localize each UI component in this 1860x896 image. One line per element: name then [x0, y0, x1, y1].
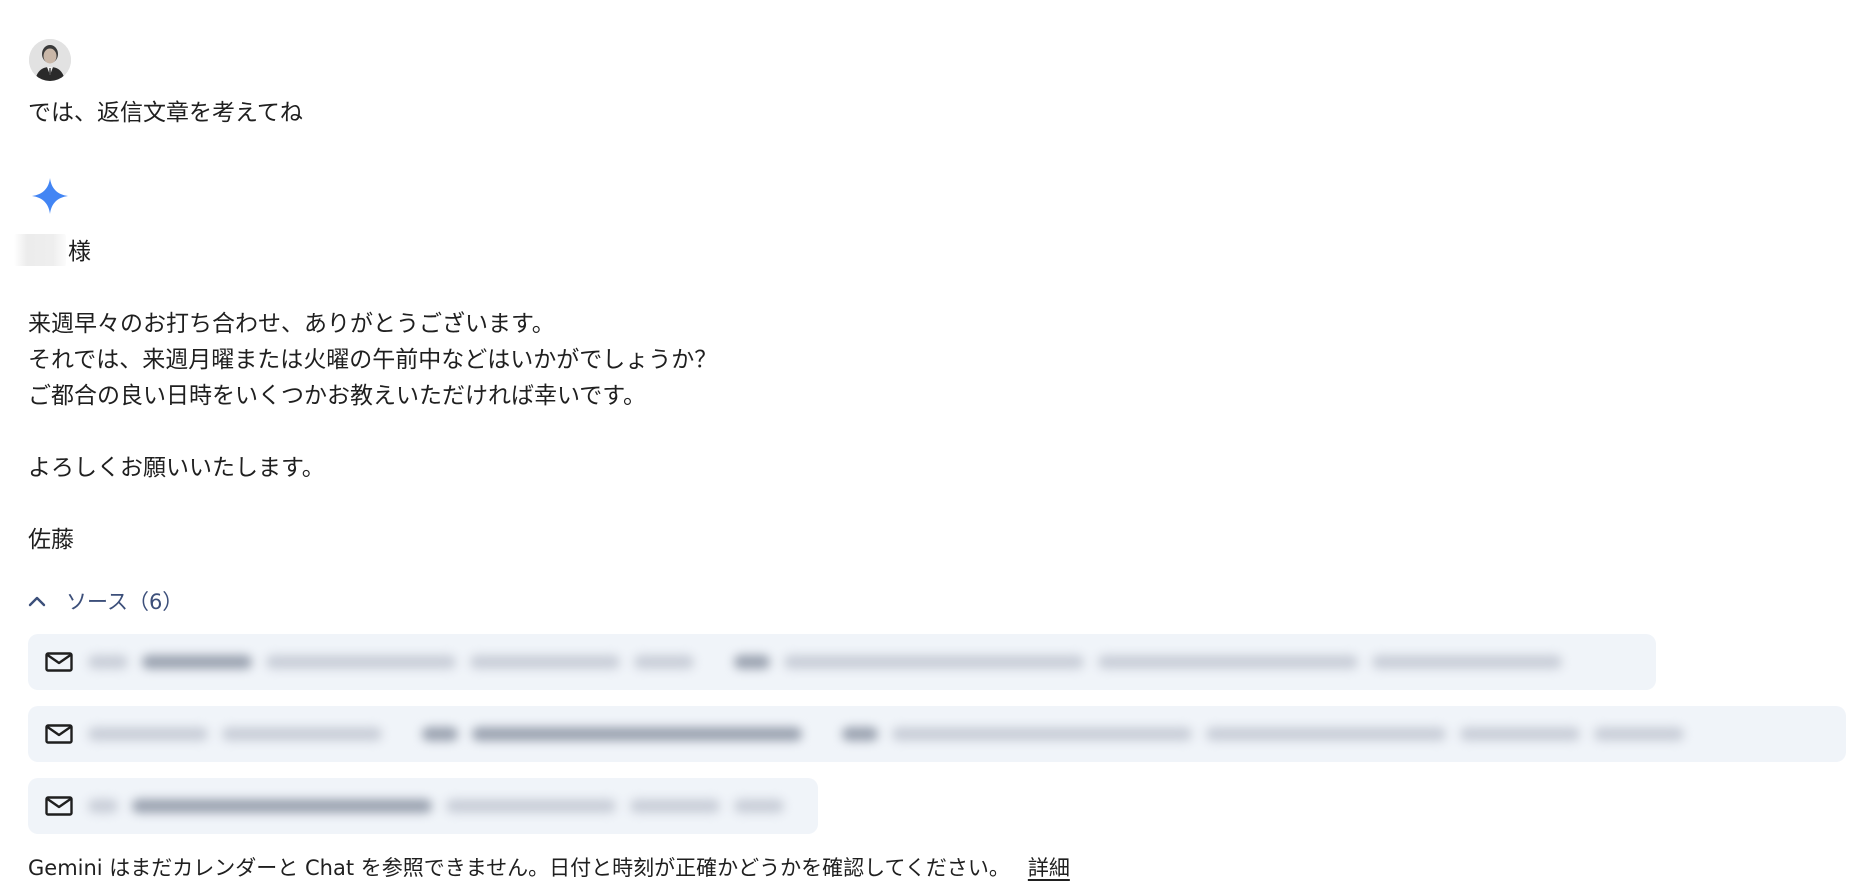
- source-chip[interactable]: [28, 778, 818, 834]
- source-chip[interactable]: [28, 634, 1656, 690]
- reply-line: 来週早々のお打ち合わせ、ありがとうございます。: [28, 311, 555, 337]
- reply-line: それでは、来週月曜または火曜の午前中などはいかがでしょうか？: [28, 347, 718, 373]
- reply-line: ご都合の良い日時をいくつかお教えいただければ幸いです。: [28, 383, 647, 409]
- reply-signature: 佐藤: [28, 527, 74, 553]
- reply-blank-line: [28, 270, 717, 306]
- chevron-up-icon: [28, 596, 46, 607]
- sources-toggle[interactable]: ソース（6）: [28, 584, 183, 618]
- redacted-source-content: [88, 778, 818, 834]
- redacted-recipient-name: [14, 234, 66, 266]
- reply-closing: よろしくお願いいたします。: [28, 455, 325, 481]
- redacted-source-content: [88, 706, 1846, 762]
- redacted-source-content: [88, 634, 1656, 690]
- user-avatar: [29, 39, 71, 81]
- sources-toggle-label: ソース（6）: [66, 590, 184, 614]
- mail-icon: [45, 652, 73, 672]
- reply-blank-line: [28, 486, 717, 522]
- gemini-reply: 様 来週早々のお打ち合わせ、ありがとうございます。 それでは、来週月曜または火曜…: [14, 234, 718, 558]
- user-message: では、返信文章を考えてね: [28, 100, 303, 126]
- reply-salutation: 様: [14, 234, 717, 270]
- footer-notice-text: Gemini はまだカレンダーと Chat を参照できません。日付と時刻が正確か…: [28, 856, 1010, 880]
- source-chip[interactable]: [28, 706, 1846, 762]
- footer-notice: Gemini はまだカレンダーと Chat を参照できません。日付と時刻が正確か…: [28, 852, 1070, 884]
- mail-icon: [45, 796, 73, 816]
- reply-blank-line: [28, 414, 717, 450]
- mail-icon: [45, 724, 73, 744]
- user-avatar-icon: [29, 39, 71, 81]
- detail-link[interactable]: 詳細: [1028, 856, 1070, 880]
- gemini-sparkle-icon: [30, 176, 70, 216]
